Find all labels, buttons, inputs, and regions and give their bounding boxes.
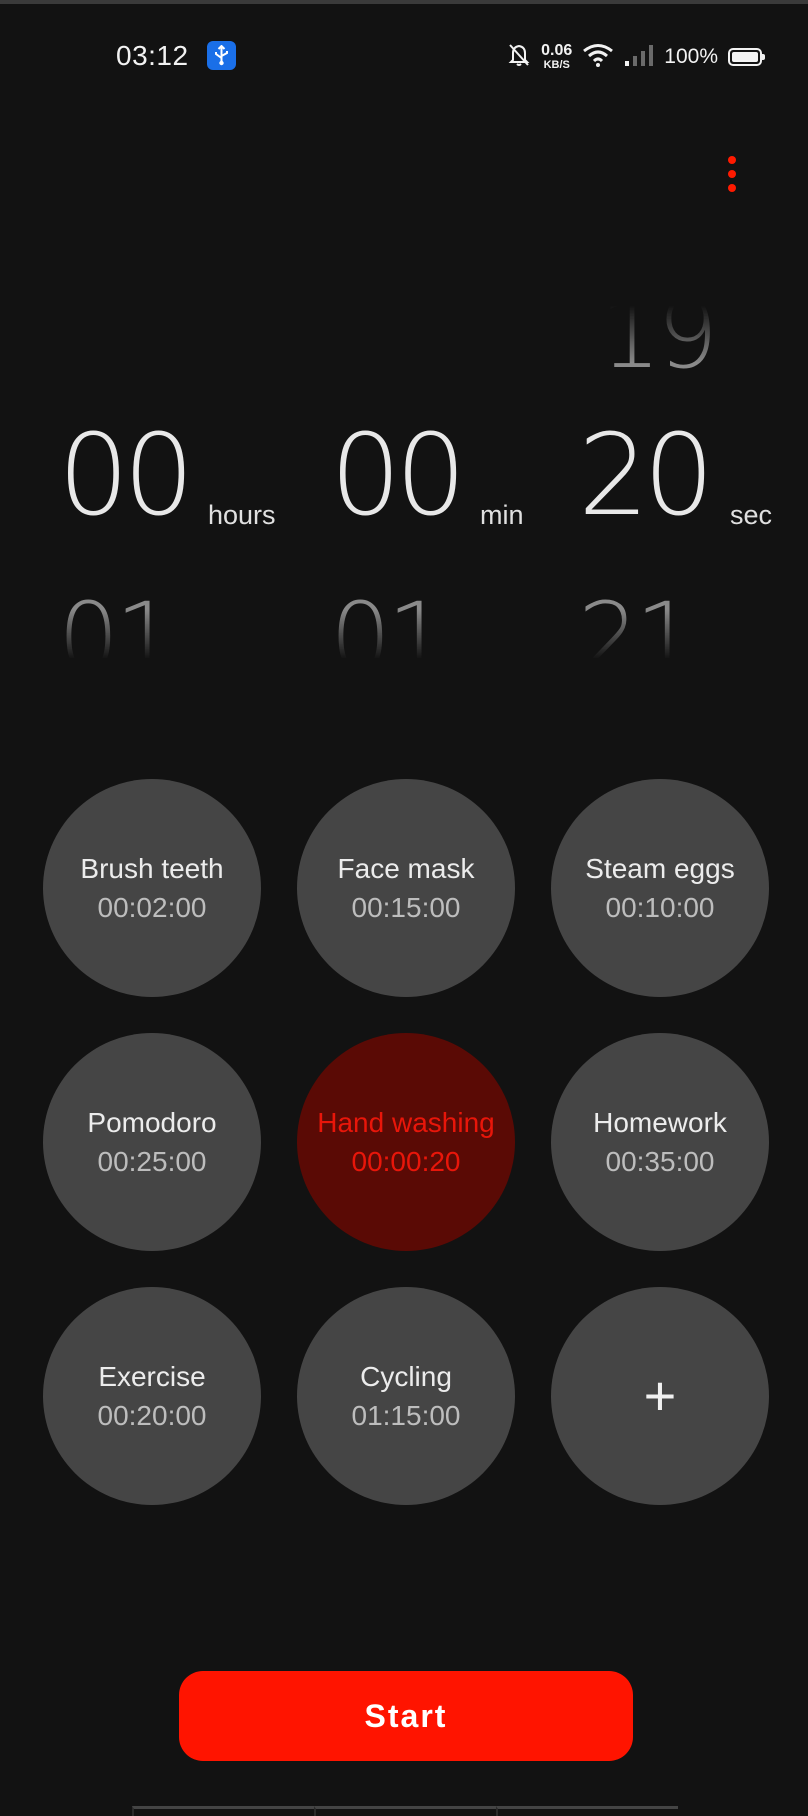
- status-bar: 03:12 0.06 KB/S 100%: [0, 28, 808, 84]
- nav-segment: [314, 1806, 496, 1816]
- preset-homework[interactable]: Homework 00:35:00: [551, 1033, 769, 1251]
- minutes-wheel[interactable]: 00 01 min: [330, 290, 550, 686]
- preset-time: 00:20:00: [97, 1400, 207, 1431]
- status-time: 03:12: [116, 40, 189, 71]
- preset-name: Homework: [593, 1107, 727, 1138]
- preset-cycling[interactable]: Cycling 01:15:00: [297, 1287, 515, 1505]
- hours-unit-label: hours: [208, 500, 276, 530]
- more-options-button[interactable]: [716, 148, 748, 200]
- preset-name: Brush teeth: [80, 853, 224, 884]
- bell-muted-icon: [507, 42, 531, 73]
- preset-time: 00:15:00: [351, 892, 461, 923]
- seconds-unit-label: sec: [730, 500, 773, 530]
- more-dot-icon: [728, 156, 736, 164]
- net-speed: 0.06 KB/S: [541, 43, 572, 71]
- minutes-value[interactable]: 00: [330, 420, 466, 532]
- more-dot-icon: [728, 184, 736, 192]
- seconds-value[interactable]: 20: [578, 420, 714, 532]
- seconds-wheel[interactable]: 19 20 21 sec: [578, 286, 798, 686]
- usb-icon: [207, 41, 236, 70]
- preset-name: Exercise: [98, 1361, 206, 1392]
- time-picker: 00 01 hours 00 01 min 19 20 21 sec: [0, 286, 808, 686]
- preset-steam-eggs[interactable]: Steam eggs 00:10:00: [551, 779, 769, 997]
- preset-grid: Brush teeth 00:02:00 Face mask 00:15:00 …: [43, 779, 769, 1505]
- preset-name: Cycling: [360, 1361, 452, 1392]
- hours-value[interactable]: 00: [58, 420, 194, 532]
- wifi-icon: [582, 43, 614, 72]
- preset-name: Hand washing: [317, 1107, 495, 1138]
- signal-icon: [624, 43, 654, 72]
- preset-face-mask[interactable]: Face mask 00:15:00: [297, 779, 515, 997]
- minutes-unit-label: min: [480, 500, 524, 530]
- preset-hand-washing[interactable]: Hand washing 00:00:20: [297, 1033, 515, 1251]
- plus-icon: +: [643, 1364, 677, 1427]
- net-speed-unit: KB/S: [543, 59, 570, 71]
- seconds-prev-value: 19: [600, 278, 718, 390]
- preset-time: 01:15:00: [351, 1400, 461, 1431]
- status-icons: 0.06 KB/S 100%: [507, 42, 765, 73]
- preset-pomodoro[interactable]: Pomodoro 00:25:00: [43, 1033, 261, 1251]
- battery-icon: [728, 48, 765, 66]
- minutes-next-value: 01: [330, 582, 448, 694]
- preset-time: 00:02:00: [97, 892, 207, 923]
- start-button[interactable]: Start: [179, 1671, 633, 1761]
- hours-wheel[interactable]: 00 01 hours: [58, 290, 278, 686]
- preset-name: Steam eggs: [585, 853, 735, 884]
- preset-exercise[interactable]: Exercise 00:20:00: [43, 1287, 261, 1505]
- battery-percent: 100%: [664, 45, 718, 68]
- more-dot-icon: [728, 170, 736, 178]
- add-preset-button[interactable]: +: [551, 1287, 769, 1505]
- preset-time: 00:00:20: [351, 1146, 461, 1177]
- preset-name: Face mask: [337, 853, 475, 884]
- preset-time: 00:25:00: [97, 1146, 207, 1177]
- top-edge: [0, 0, 808, 4]
- preset-name: Pomodoro: [87, 1107, 217, 1138]
- preset-time: 00:10:00: [605, 892, 715, 923]
- net-speed-value: 0.06: [541, 42, 573, 59]
- nav-segment: [132, 1806, 314, 1816]
- preset-time: 00:35:00: [605, 1146, 715, 1177]
- navigation-bar: [132, 1806, 678, 1816]
- seconds-next-value: 21: [578, 582, 696, 694]
- nav-segment: [496, 1806, 678, 1816]
- hours-next-value: 01: [58, 582, 176, 694]
- preset-brush-teeth[interactable]: Brush teeth 00:02:00: [43, 779, 261, 997]
